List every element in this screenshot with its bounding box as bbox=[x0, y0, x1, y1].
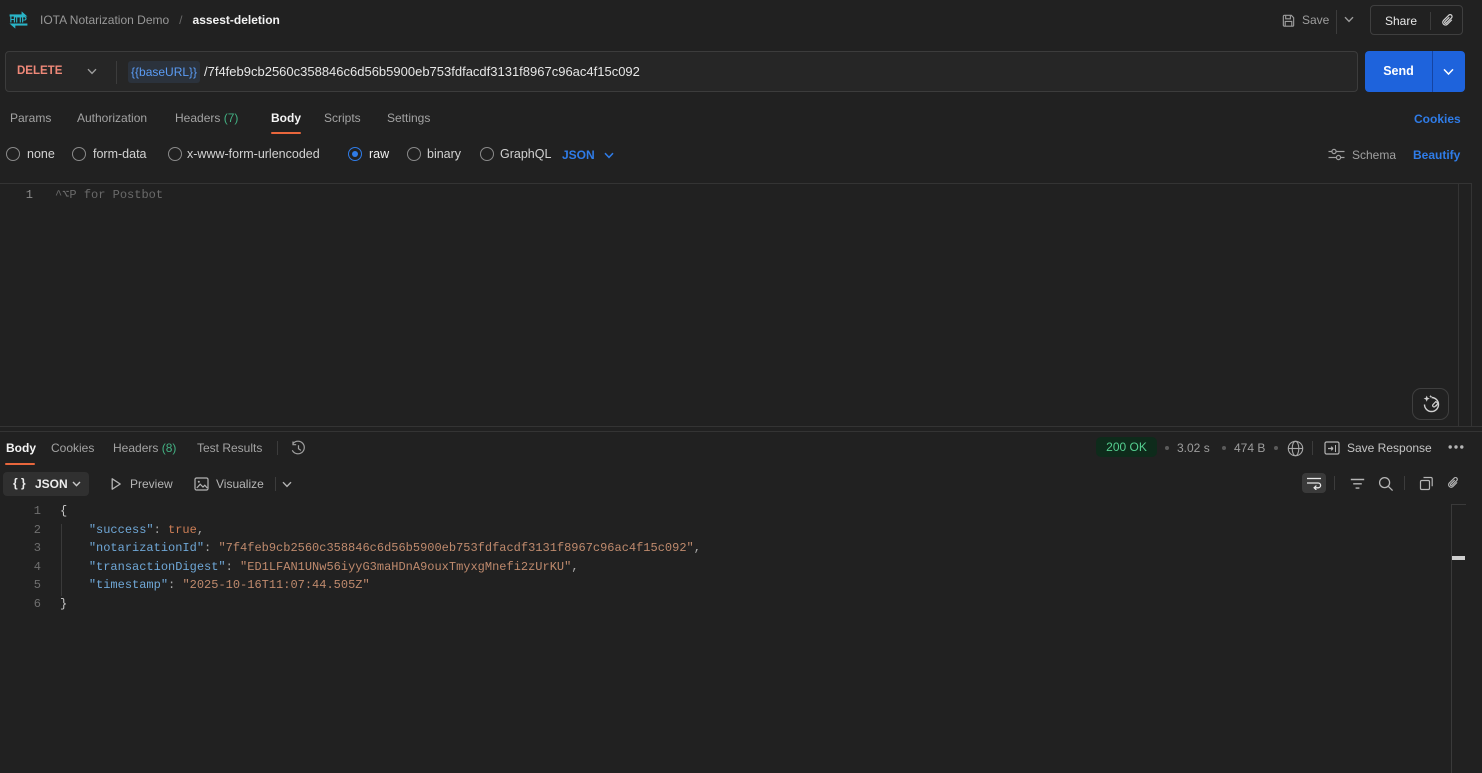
svg-text:HTTP: HTTP bbox=[10, 15, 28, 24]
